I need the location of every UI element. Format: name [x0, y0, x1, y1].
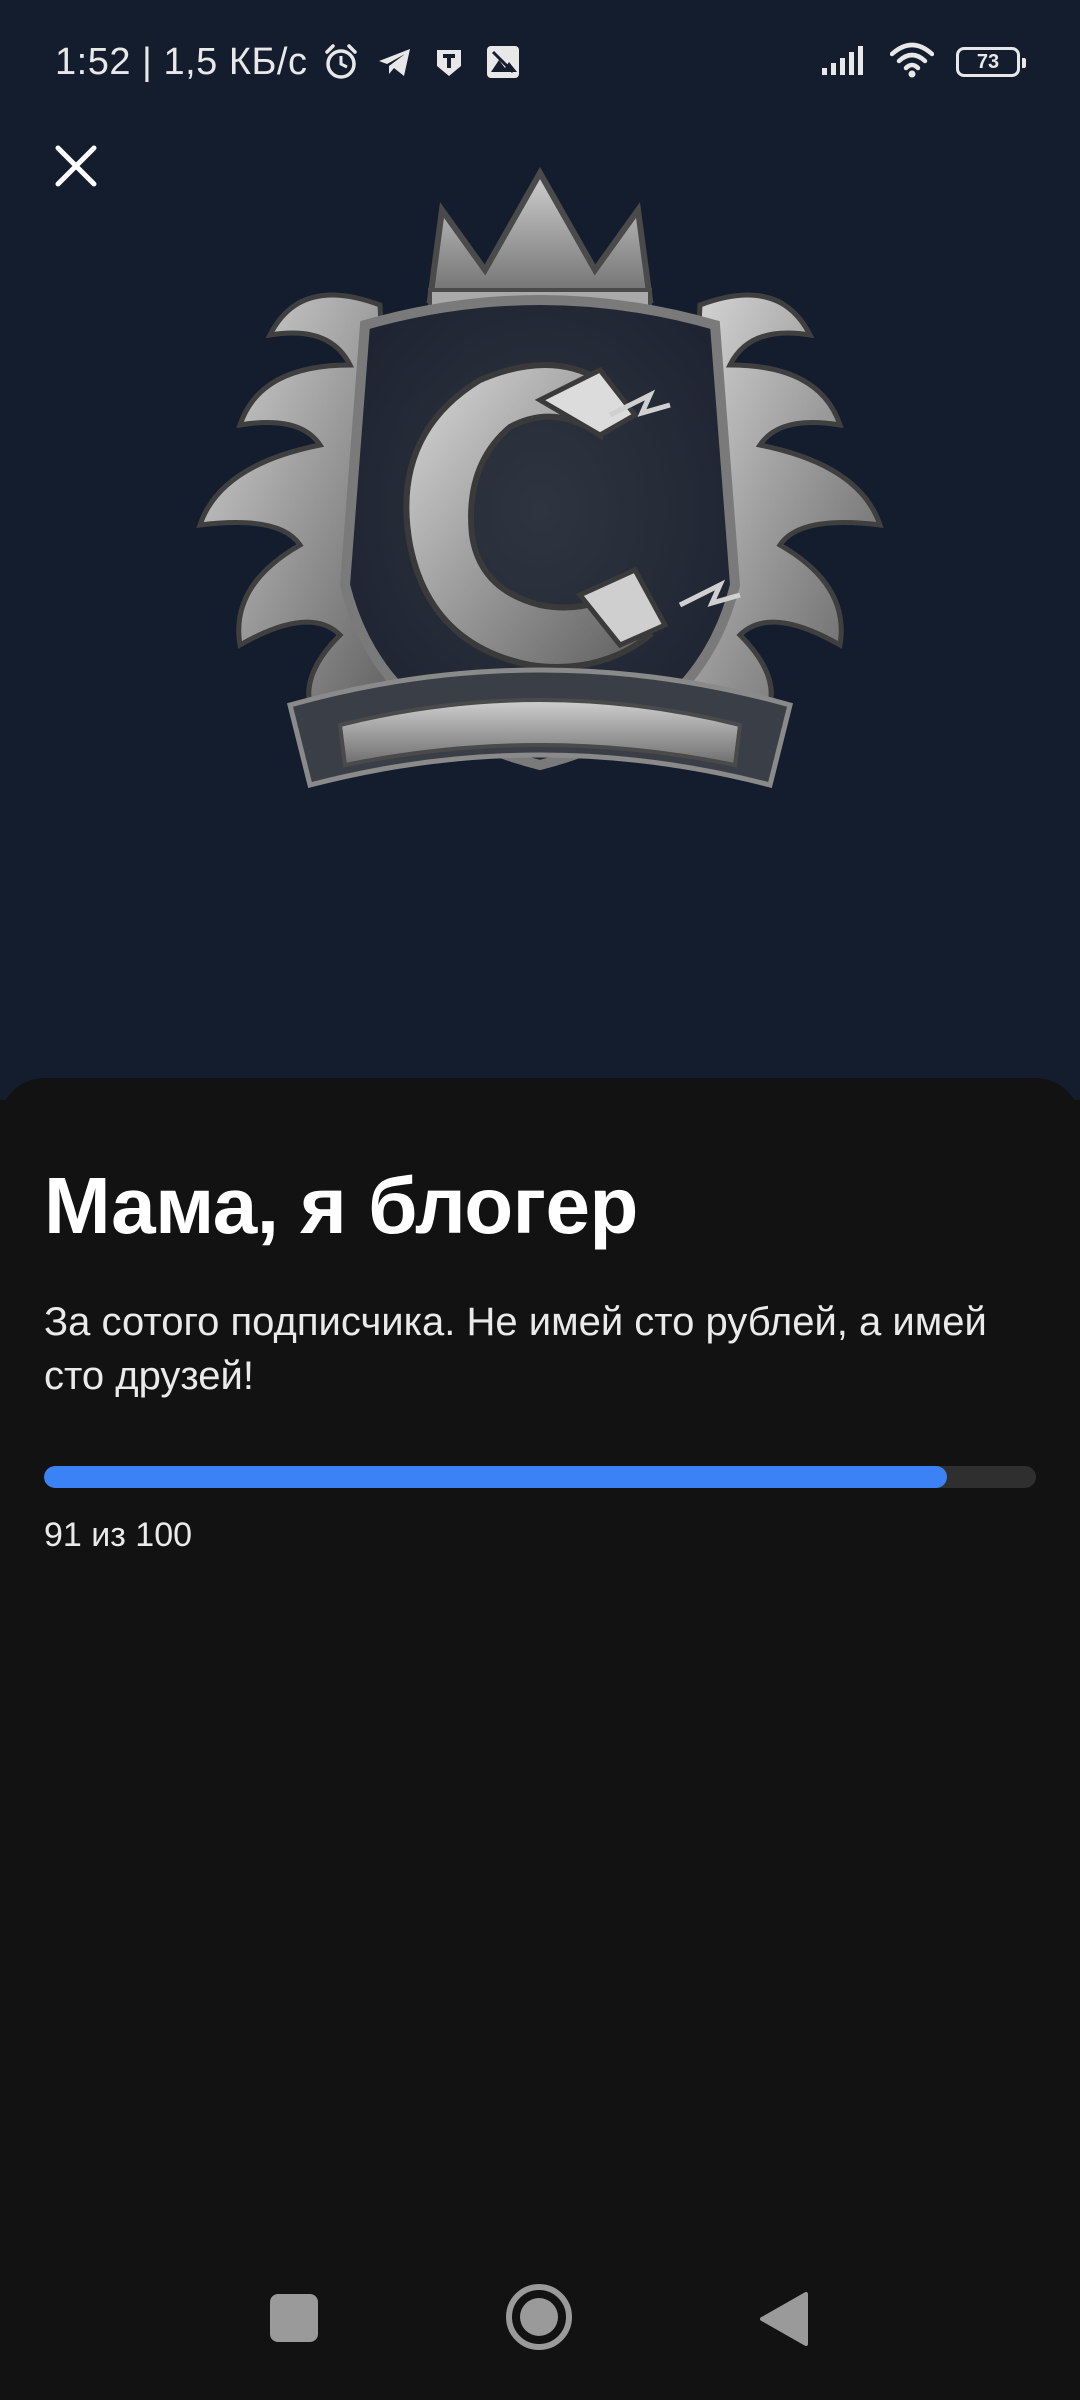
back-icon — [760, 2292, 808, 2346]
battery-icon: 73 — [956, 47, 1026, 77]
status-time-speed: 1:52 | 1,5 КБ/с — [55, 40, 308, 83]
home-icon — [506, 2284, 572, 2350]
alarm-icon — [321, 42, 361, 82]
progress-label: 91 из 100 — [44, 1516, 193, 1554]
gallery-app-icon — [483, 42, 523, 82]
magnet-crest-badge-icon — [196, 166, 884, 789]
back-button[interactable] — [758, 2290, 810, 2353]
status-bar: 1:52 | 1,5 КБ/с 73 — [0, 0, 1080, 120]
battery-level: 73 — [976, 50, 1000, 73]
wifi-icon — [889, 42, 935, 83]
close-icon — [55, 145, 97, 187]
achievement-title: Мама, я блогер — [44, 1161, 638, 1250]
home-button[interactable] — [504, 2282, 574, 2357]
achievement-sheet — [0, 1078, 1080, 2400]
achievement-description: За сотого подписчика. Не имей сто рублей… — [44, 1300, 987, 1398]
achievement-badge — [180, 165, 900, 885]
progress-bar-fill — [44, 1466, 947, 1488]
signal-icon — [820, 44, 868, 81]
shield-app-icon — [429, 42, 469, 82]
telegram-icon — [375, 42, 415, 82]
status-right: 73 — [820, 36, 1026, 88]
recent-apps-button[interactable] — [268, 2292, 320, 2349]
progress-bar — [44, 1466, 1036, 1488]
recent-apps-icon — [270, 2294, 318, 2342]
status-left: 1:52 | 1,5 КБ/с — [55, 36, 523, 88]
system-nav-bar — [0, 2250, 1080, 2400]
close-button[interactable] — [50, 140, 102, 192]
